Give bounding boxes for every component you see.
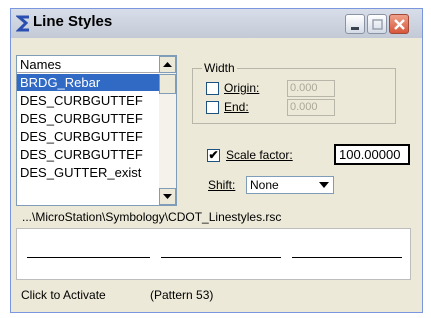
status-message: Click to Activate [21,288,106,302]
list-item[interactable]: DES_CURBGUTTEF [17,92,159,109]
scale-factor-input[interactable]: 100.00000 [334,144,410,165]
title-bar[interactable]: Line Styles [11,9,422,38]
scroll-up-button[interactable] [159,56,176,73]
origin-label: Origin: [224,81,260,95]
end-label: End: [224,100,249,114]
arrow-up-icon [163,62,172,67]
preview-dash [292,257,402,258]
arrow-down-icon [163,194,172,199]
list-item[interactable]: DES_CURBGUTTEF [17,110,159,127]
origin-checkbox[interactable] [206,82,219,95]
line-styles-app-icon [16,15,29,32]
shift-selected-value: None [250,178,279,192]
preview-dash [27,257,150,258]
list-item[interactable]: BRDG_Rebar [17,74,159,91]
scroll-thumb[interactable] [159,74,176,94]
linestyle-file-path: ...\MicroStation\Symbology\CDOT_Linestyl… [22,210,282,224]
origin-field: 0.000 [287,80,335,97]
end-field: 0.000 [287,99,335,116]
list-item[interactable]: DES_CURBGUTTEF [17,146,159,163]
line-style-preview [16,228,411,280]
end-checkbox[interactable] [206,101,219,114]
scale-factor-checkbox[interactable]: ✔ [207,149,220,162]
maximize-button[interactable] [367,14,387,34]
close-icon [394,19,405,30]
names-column-header[interactable]: Names [17,56,159,73]
scroll-down-button[interactable] [159,188,176,205]
chevron-down-icon [319,182,329,188]
minimize-button[interactable] [345,14,365,34]
maximize-icon [372,19,383,30]
minimize-icon [351,27,359,30]
names-listbox[interactable]: Names BRDG_Rebar DES_CURBGUTTEF DES_CURB… [16,55,177,206]
list-item[interactable]: DES_GUTTER_exist [17,164,159,181]
shift-dropdown[interactable]: None [246,176,334,194]
preview-dash [161,257,281,258]
pattern-info: (Pattern 53) [150,288,214,302]
shift-label: Shift: [208,178,236,192]
scale-factor-label: Scale factor: [226,148,293,162]
close-button[interactable] [389,14,409,34]
width-group-label: Width [202,61,237,75]
window-title: Line Styles [33,13,113,30]
list-vertical-scrollbar[interactable] [159,56,176,205]
list-item[interactable]: DES_CURBGUTTEF [17,128,159,145]
